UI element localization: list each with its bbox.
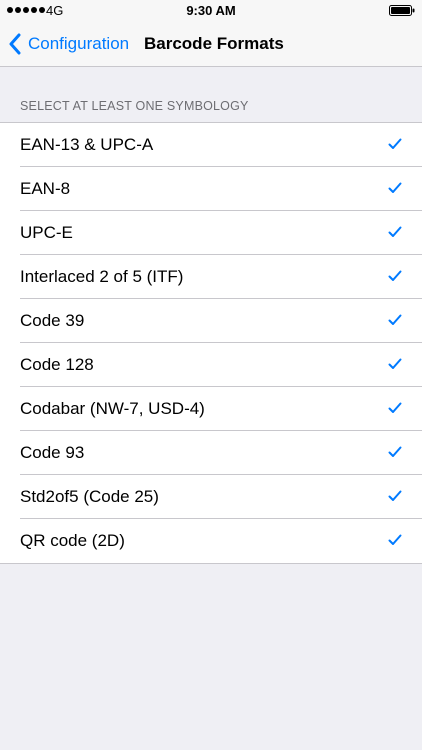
navigation-bar: Configuration Barcode Formats [0,22,422,67]
list-item[interactable]: Code 93 [0,430,422,475]
list-item-label: Interlaced 2 of 5 (ITF) [20,267,184,286]
battery-full-icon [389,5,415,16]
status-time: 9:30 AM [186,3,236,18]
section-header: SELECT AT LEAST ONE SYMBOLOGY [20,99,249,113]
list-item-label: Code 93 [20,443,85,462]
list-item-label: QR code (2D) [20,531,125,550]
list-item-label: Code 128 [20,355,94,374]
list-item[interactable]: QR code (2D) [0,518,422,563]
checkmark-icon [388,314,402,325]
checkmark-icon [388,270,402,281]
list-item-label: UPC-E [20,223,73,242]
page-title: Barcode Formats [144,34,284,53]
barcode-format-list: EAN-13 & UPC-A EAN-8 UPC-E Interlaced 2 … [0,122,422,564]
list-item[interactable]: Codabar (NW-7, USD-4) [0,386,422,431]
back-button[interactable]: Configuration [8,22,129,66]
checkmark-icon [388,446,402,457]
list-item[interactable]: Code 128 [0,342,422,387]
checkmark-icon [388,182,402,193]
chevron-left-icon [9,33,21,55]
list-item[interactable]: EAN-13 & UPC-A [0,123,422,167]
list-item[interactable]: Code 39 [0,298,422,343]
checkmark-icon [388,490,402,501]
list-item-label: Code 39 [20,311,85,330]
list-item-label: EAN-8 [20,179,71,198]
back-button-label: Configuration [28,34,130,53]
checkmark-icon [388,358,402,369]
list-item[interactable]: EAN-8 [0,166,422,211]
checkmark-icon [388,402,402,413]
checkmark-icon [388,534,402,545]
checkmark-icon [388,138,402,149]
list-item-label: EAN-13 & UPC-A [20,135,154,154]
list-item[interactable]: Interlaced 2 of 5 (ITF) [0,254,422,299]
list-item[interactable]: Std2of5 (Code 25) [0,474,422,519]
list-item-label: Std2of5 (Code 25) [20,487,159,506]
checkmark-icon [388,226,402,237]
list-item[interactable]: UPC-E [0,210,422,255]
status-bar: 4G 9:30 AM [0,0,422,22]
list-item-label: Codabar (NW-7, USD-4) [20,399,205,418]
